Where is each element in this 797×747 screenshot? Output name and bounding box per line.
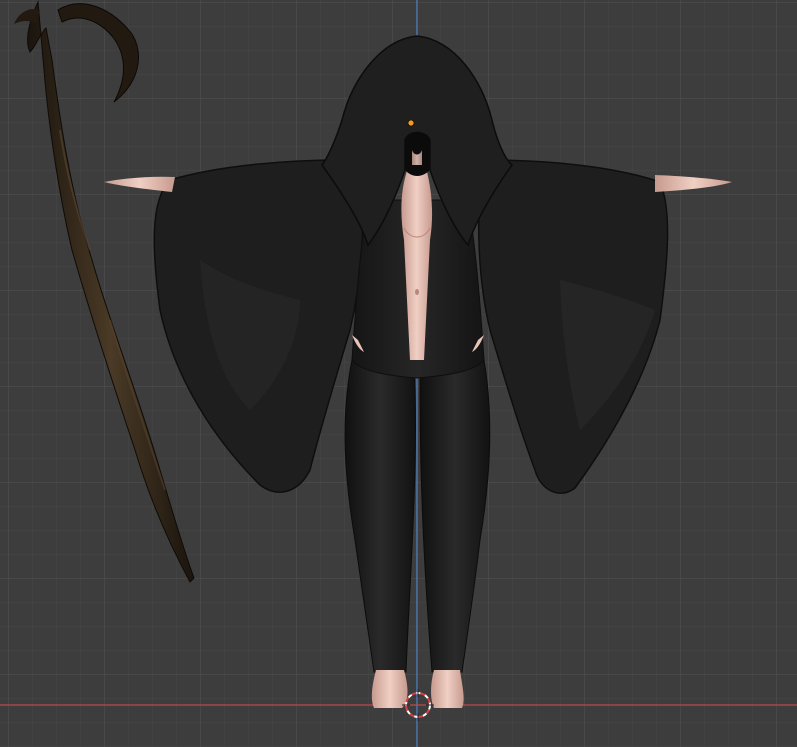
object-origin-marker[interactable] (407, 119, 415, 127)
3d-viewport[interactable] (0, 0, 797, 747)
right-foot (431, 670, 464, 708)
left-foot (371, 670, 408, 708)
viewport-canvas[interactable] (0, 0, 797, 747)
